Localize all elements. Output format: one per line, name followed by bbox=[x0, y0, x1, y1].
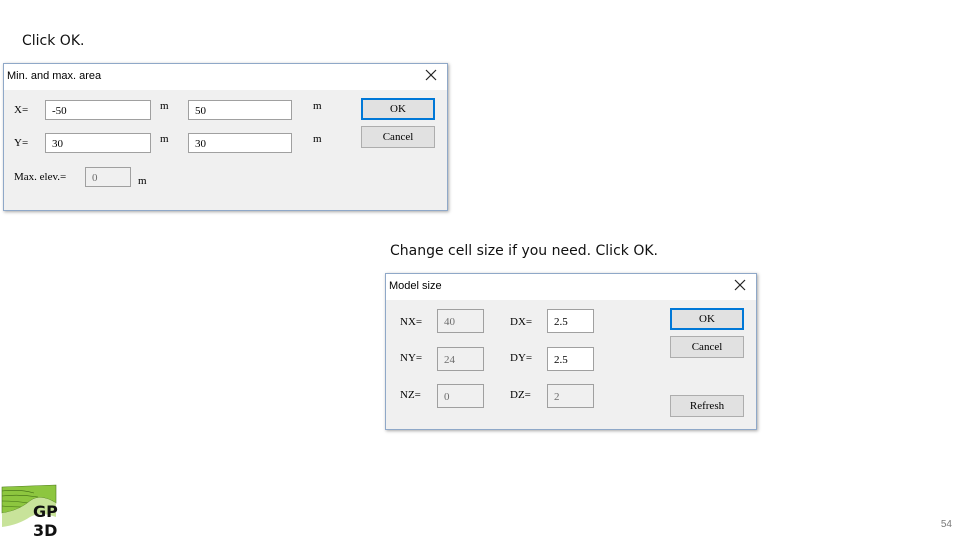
x-max-input[interactable] bbox=[188, 100, 292, 120]
x-max-unit: m bbox=[313, 100, 322, 112]
ny-label: NY= bbox=[400, 352, 423, 364]
nz-input bbox=[437, 384, 484, 408]
logo-text-top: GP bbox=[33, 502, 58, 521]
min-max-area-dialog: Min. and max. area X= m m Y= m m Max. el… bbox=[3, 63, 448, 211]
dz-input bbox=[547, 384, 594, 408]
dialog-titlebar: Model size bbox=[386, 274, 756, 300]
ny-input bbox=[437, 347, 484, 371]
max-elev-label: Max. elev.= bbox=[14, 171, 67, 183]
x-min-unit: m bbox=[160, 100, 169, 112]
y-max-unit: m bbox=[313, 133, 322, 145]
dx-label: DX= bbox=[510, 316, 533, 328]
refresh-button[interactable]: Refresh bbox=[670, 395, 744, 417]
max-elev-input bbox=[85, 167, 131, 187]
nz-label: NZ= bbox=[400, 389, 421, 401]
y-max-input[interactable] bbox=[188, 133, 292, 153]
ok-button[interactable]: OK bbox=[670, 308, 744, 330]
nx-input bbox=[437, 309, 484, 333]
dy-input[interactable] bbox=[547, 347, 594, 371]
page-number: 54 bbox=[940, 519, 952, 530]
dialog-title: Model size bbox=[389, 280, 442, 292]
x-label: X= bbox=[14, 104, 29, 116]
y-min-input[interactable] bbox=[45, 133, 151, 153]
cancel-button[interactable]: Cancel bbox=[670, 336, 744, 358]
gp3d-logo-icon: GP 3D bbox=[0, 483, 58, 540]
dz-label: DZ= bbox=[510, 389, 531, 401]
max-elev-unit: m bbox=[138, 175, 147, 187]
y-label: Y= bbox=[14, 137, 29, 149]
caption-change-cell-size: Change cell size if you need. Click OK. bbox=[390, 243, 658, 259]
dx-input[interactable] bbox=[547, 309, 594, 333]
y-min-unit: m bbox=[160, 133, 169, 145]
model-size-dialog: Model size NX= NY= NZ= DX= DY= DZ= OK Ca… bbox=[385, 273, 757, 430]
logo-text-bottom: 3D bbox=[33, 521, 57, 540]
caption-click-ok: Click OK. bbox=[22, 33, 85, 49]
close-icon[interactable] bbox=[732, 277, 748, 293]
cancel-button[interactable]: Cancel bbox=[361, 126, 435, 148]
ok-button[interactable]: OK bbox=[361, 98, 435, 120]
x-min-input[interactable] bbox=[45, 100, 151, 120]
dialog-title: Min. and max. area bbox=[7, 70, 102, 82]
nx-label: NX= bbox=[400, 316, 423, 328]
dy-label: DY= bbox=[510, 352, 533, 364]
dialog-titlebar: Min. and max. area bbox=[4, 64, 447, 90]
close-icon[interactable] bbox=[423, 67, 439, 83]
